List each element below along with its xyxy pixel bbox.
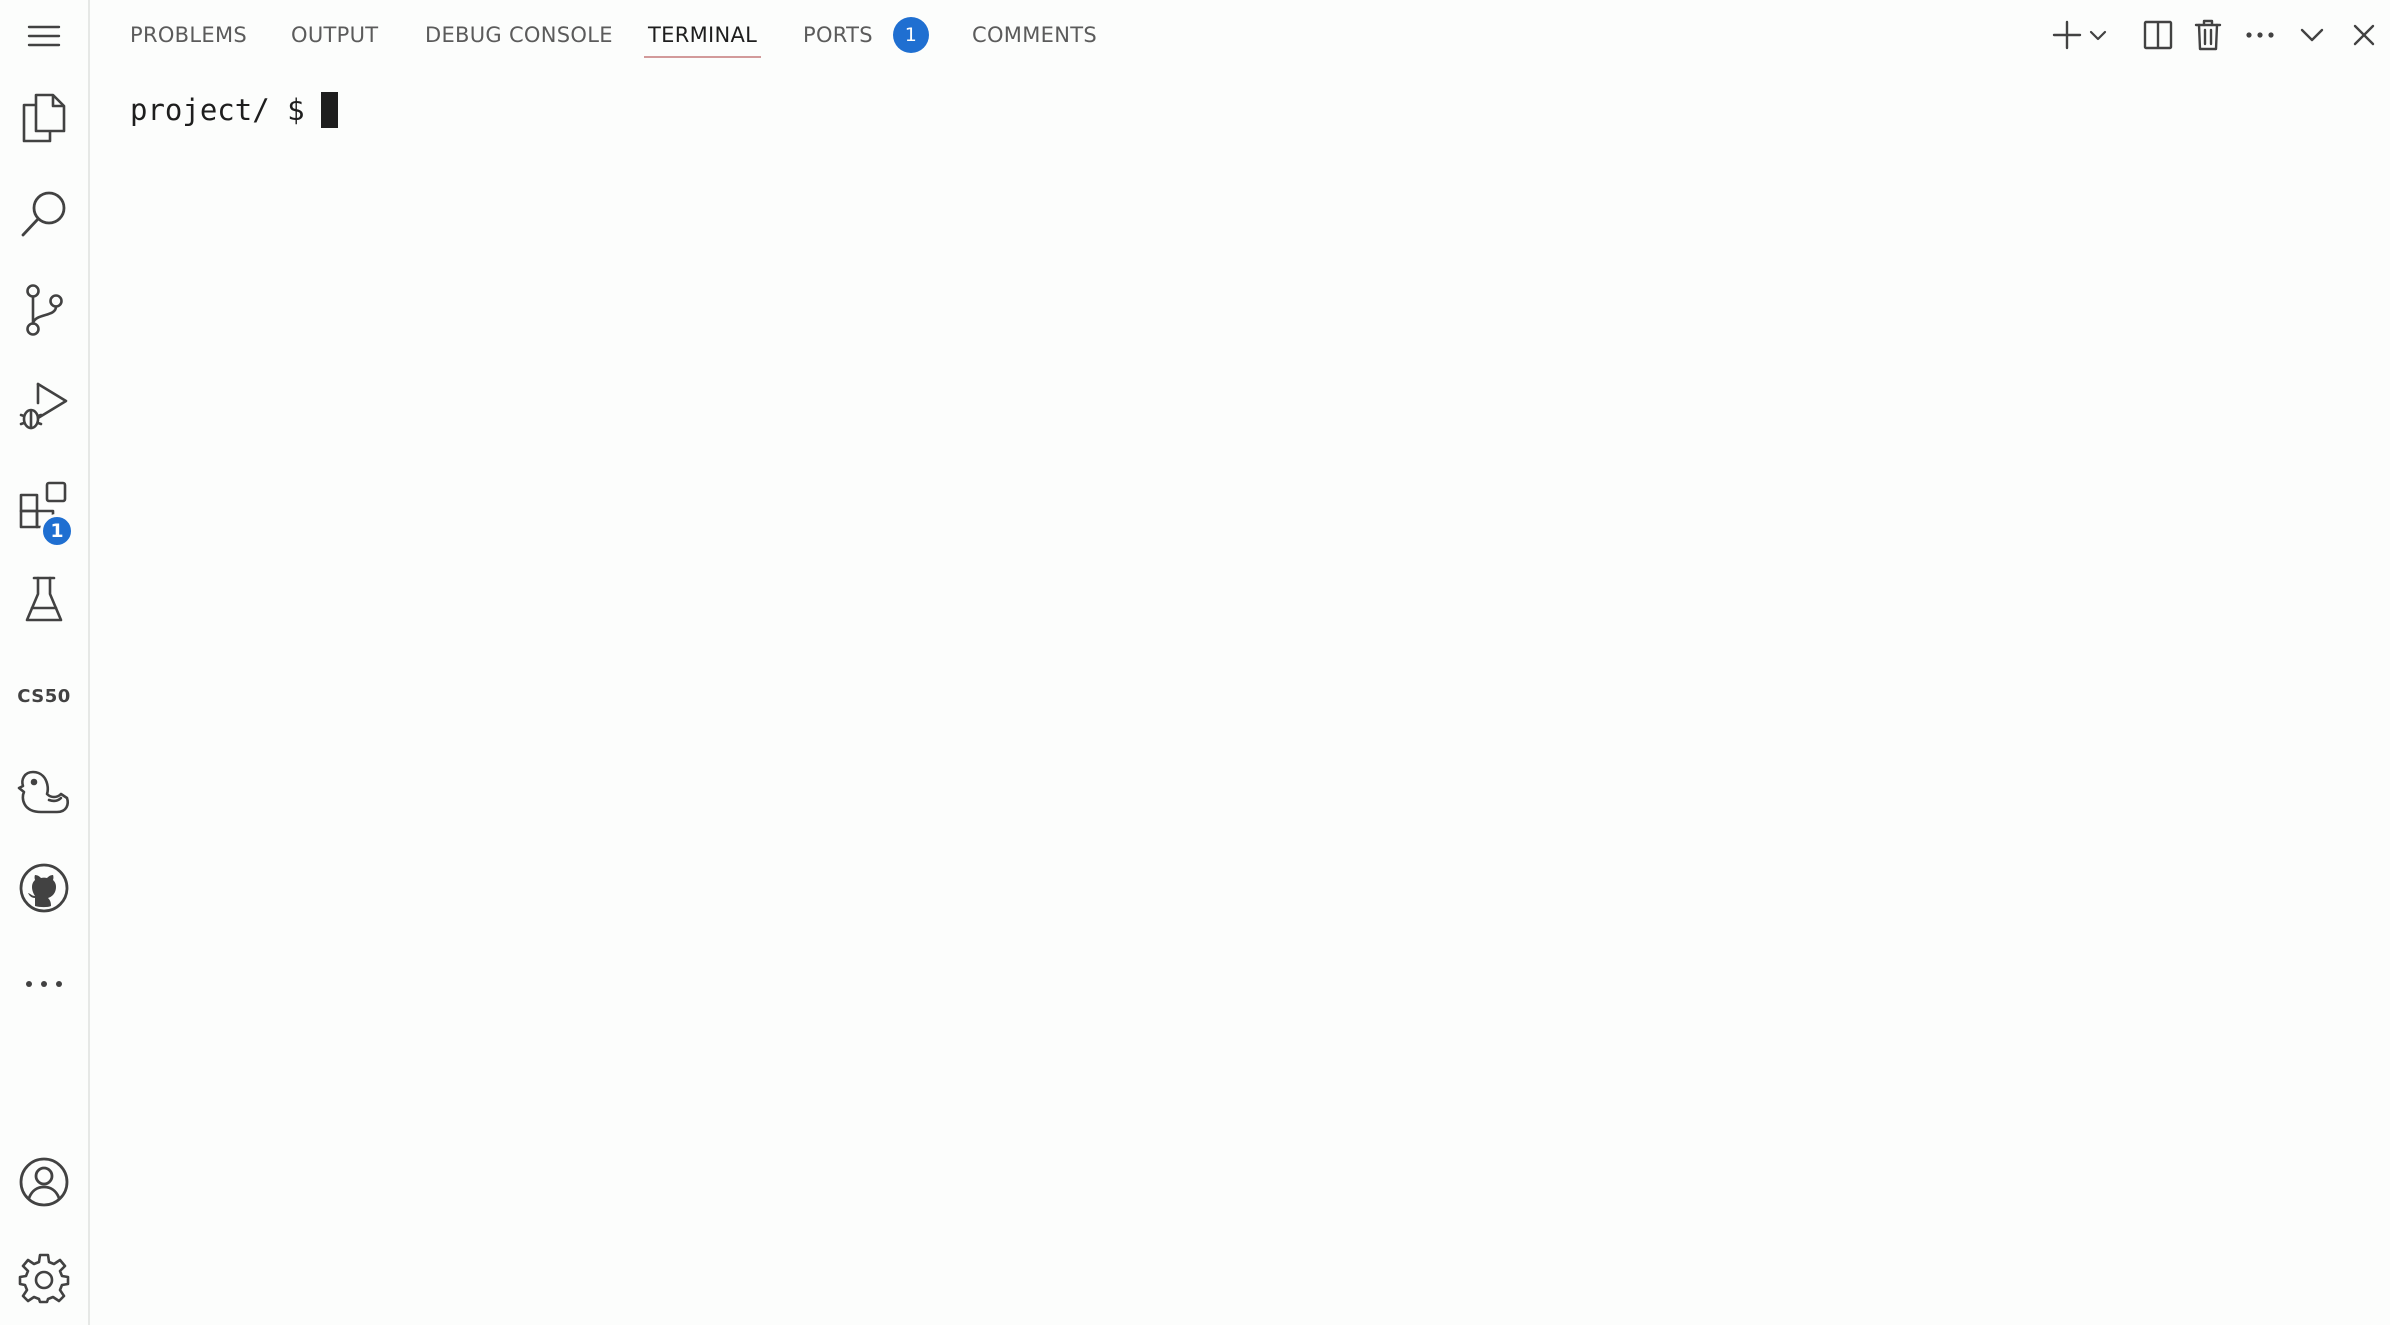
terminal-output[interactable]: project/ $ (130, 92, 338, 128)
hamburger-menu-icon (27, 25, 61, 47)
run-debug-icon (19, 382, 68, 430)
tab-debug-console-label: DEBUG CONSOLE (425, 23, 613, 47)
plus-icon (2052, 20, 2082, 50)
close-panel-button[interactable] (2346, 13, 2382, 57)
activity-duck-debugger[interactable] (0, 752, 88, 832)
more-actions-button[interactable] (2240, 13, 2280, 57)
menu-button[interactable] (0, 0, 88, 76)
split-terminal-button[interactable] (2140, 13, 2176, 57)
activity-extensions[interactable]: 1 (0, 466, 88, 548)
tab-output[interactable]: OUTPUT (291, 0, 378, 70)
kill-terminal-button[interactable] (2190, 13, 2226, 57)
activity-testing[interactable] (0, 560, 88, 640)
tab-terminal[interactable]: TERMINAL (643, 0, 762, 70)
chevron-down-icon (2300, 28, 2324, 42)
gear-icon (18, 1253, 70, 1304)
chevron-down-icon (2089, 30, 2107, 41)
activity-more[interactable] (0, 944, 88, 1024)
activity-source-control[interactable] (0, 270, 88, 350)
activity-run-debug[interactable] (0, 366, 88, 446)
github-icon (19, 863, 69, 913)
search-icon (21, 191, 66, 237)
maximize-panel-button[interactable] (2294, 13, 2330, 57)
split-icon (2143, 20, 2173, 50)
terminal-cursor (320, 92, 338, 128)
tab-ports[interactable]: PORTS 1 (803, 0, 929, 70)
tab-debug-console[interactable]: DEBUG CONSOLE (425, 0, 613, 70)
close-icon (2353, 24, 2375, 46)
extensions-badge: 1 (40, 514, 74, 548)
tab-comments-label: COMMENTS (972, 23, 1097, 47)
flask-icon (25, 576, 63, 622)
activity-bar: 1 CS50 (0, 0, 90, 1325)
app-window: 1 CS50 PROBLEMS OUTPUT DEBUG CONSOLE TER… (0, 0, 2390, 1325)
activity-github[interactable] (0, 848, 88, 928)
tab-ports-label: PORTS (803, 23, 873, 47)
ellipsis-icon (26, 981, 62, 987)
files-icon (22, 93, 66, 143)
ports-badge: 1 (892, 17, 929, 53)
tab-output-label: OUTPUT (291, 23, 379, 47)
tab-terminal-label: TERMINAL (648, 23, 758, 47)
ellipsis-icon (2246, 32, 2274, 38)
panel: PROBLEMS OUTPUT DEBUG CONSOLE TERMINAL P… (90, 0, 2390, 1325)
terminal-profiles-dropdown[interactable] (2087, 13, 2109, 57)
duck-icon (17, 770, 69, 814)
tab-problems-label: PROBLEMS (130, 23, 248, 47)
activity-cs50[interactable]: CS50 (0, 656, 88, 736)
terminal-prompt: project/ $ (130, 93, 305, 127)
tab-comments[interactable]: COMMENTS (972, 0, 1097, 70)
activity-manage[interactable] (0, 1238, 88, 1318)
activity-accounts[interactable] (0, 1142, 88, 1222)
activity-explorer[interactable] (0, 78, 88, 158)
activity-search[interactable] (0, 174, 88, 254)
trash-icon (2194, 19, 2222, 51)
account-icon (19, 1157, 69, 1207)
source-control-icon (26, 284, 63, 336)
tab-problems[interactable]: PROBLEMS (130, 0, 247, 70)
cs50-label: CS50 (17, 685, 71, 707)
panel-tabs: PROBLEMS OUTPUT DEBUG CONSOLE TERMINAL P… (90, 0, 2390, 70)
new-terminal-button[interactable] (2050, 13, 2084, 57)
